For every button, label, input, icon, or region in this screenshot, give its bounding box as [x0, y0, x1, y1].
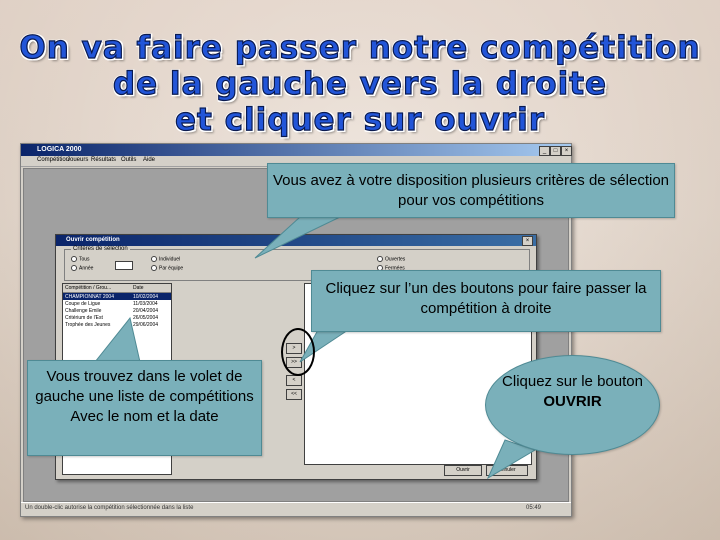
- headline-line-2: de la gauche vers la droite: [112, 65, 608, 102]
- radio-equipe[interactable]: Par équipe: [151, 265, 183, 271]
- app-title: LOGICA 2000: [37, 146, 82, 153]
- list-item[interactable]: Challenge Emile 20/04/2004: [63, 307, 171, 314]
- radio-label: Tous: [79, 256, 90, 263]
- radio-dot-icon: [71, 256, 77, 262]
- callout-left-list: Vous trouvez dans le volet de gauche une…: [27, 360, 262, 456]
- radio-tous[interactable]: Tous: [71, 256, 90, 262]
- menu-outils[interactable]: Outils: [121, 157, 136, 163]
- dialog-close-button[interactable]: ×: [522, 236, 533, 246]
- group-label: Critères de sélection: [71, 246, 130, 252]
- radio-annee[interactable]: Année: [71, 265, 93, 271]
- ouvrir-button[interactable]: Ouvrir: [444, 465, 482, 476]
- radio-dot-icon: [151, 256, 157, 262]
- close-button[interactable]: ×: [561, 146, 572, 156]
- callout-open-bold: OUVRIR: [543, 393, 602, 410]
- dialog-titlebar: Ouvrir compétition ×: [56, 235, 536, 246]
- highlight-circle: [281, 328, 315, 376]
- callout-open-button: Cliquez sur le bouton OUVRIR: [485, 355, 660, 455]
- list-item-date: 29/06/2004: [133, 322, 159, 328]
- callout-open-text: Cliquez sur le bouton: [502, 373, 643, 390]
- status-bar: Un double-clic autorise la compétition s…: [21, 502, 571, 516]
- radio-label: Individuel: [159, 256, 181, 263]
- radio-label: Par équipe: [159, 265, 184, 272]
- move-all-left-button[interactable]: <<: [286, 389, 302, 400]
- maximize-button[interactable]: □: [550, 146, 561, 156]
- year-input[interactable]: [115, 261, 133, 270]
- status-time: 05:49: [525, 505, 541, 511]
- headline-line-1: On va faire passer notre compétition: [19, 29, 701, 66]
- minimize-button[interactable]: _: [539, 146, 550, 156]
- status-text: Un double-clic autorise la compétition s…: [25, 505, 194, 511]
- menu-joueurs[interactable]: Joueurs: [67, 157, 88, 163]
- app-titlebar: LOGICA 2000 _ □ ×: [21, 144, 572, 156]
- menu-aide[interactable]: Aide: [143, 157, 155, 163]
- radio-label: Ouvertes: [385, 256, 406, 263]
- list-item[interactable]: Trophée des Jeunes 29/06/2004: [63, 321, 171, 328]
- radio-dot-icon: [151, 265, 157, 271]
- list-item-name: Trophée des Jeunes: [65, 322, 111, 328]
- list-header-date[interactable]: Date: [133, 285, 144, 291]
- dialog-title: Ouvrir compétition: [66, 237, 120, 243]
- radio-ouvertes[interactable]: Ouvertes: [377, 256, 405, 262]
- list-item[interactable]: Critérium de l'Est 26/05/2004: [63, 314, 171, 321]
- callout-arrow-buttons: Cliquez sur l’un des boutons pour faire …: [311, 270, 661, 332]
- radio-label: Année: [79, 265, 94, 272]
- list-header: Compétition / Grou... Date: [63, 284, 171, 293]
- list-item[interactable]: CHAMPIONNAT 2004 10/02/2004: [63, 293, 171, 300]
- radio-individuel[interactable]: Individuel: [151, 256, 180, 262]
- move-left-button[interactable]: <: [286, 375, 302, 386]
- menu-resultats[interactable]: Résultats: [91, 157, 116, 163]
- annuler-button[interactable]: Annuler: [486, 465, 528, 476]
- callout-criteria: Vous avez à votre disposition plusieurs …: [267, 163, 675, 218]
- radio-dot-icon: [377, 256, 383, 262]
- menu-competition[interactable]: Compétition: [37, 157, 69, 163]
- list-header-name[interactable]: Compétition / Grou...: [65, 285, 111, 291]
- list-item[interactable]: Coupe de Ligue 11/03/2004: [63, 300, 171, 307]
- headline-line-3: et cliquer sur ouvrir: [174, 101, 545, 138]
- radio-dot-icon: [71, 265, 77, 271]
